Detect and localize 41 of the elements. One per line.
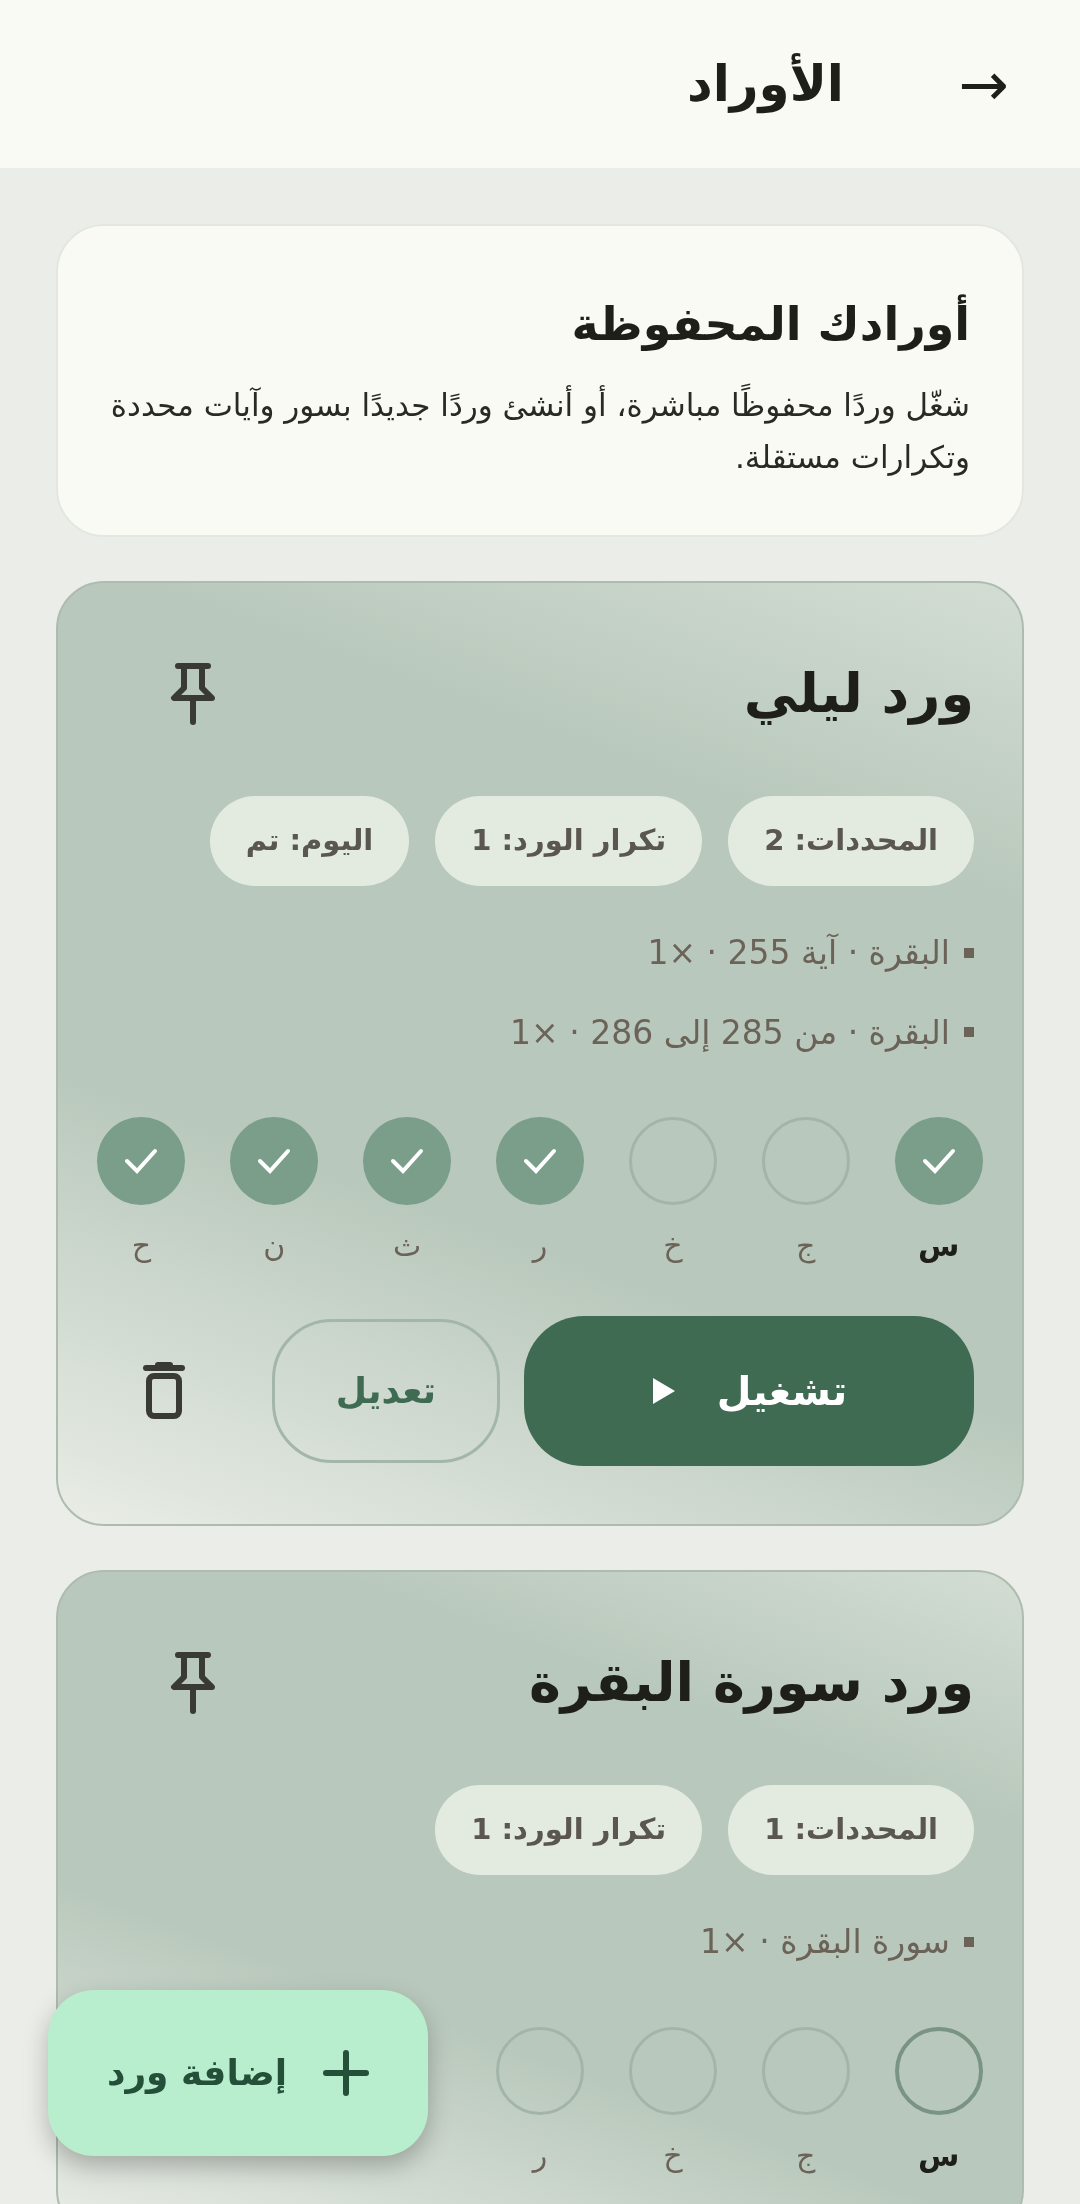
check-icon — [257, 1148, 292, 1174]
play-button[interactable]: تشغيل — [524, 1316, 974, 1466]
check-icon — [390, 1148, 425, 1174]
info-chip: المحددات: 1 — [728, 1785, 974, 1875]
day-label: س — [917, 1227, 960, 1265]
add-wird-button[interactable]: إضافة ورد — [48, 1990, 428, 2156]
trash-icon — [142, 1362, 186, 1420]
wird-title: ورد ليلي — [743, 661, 974, 727]
day-label: ن — [263, 1227, 286, 1265]
info-chip: المحددات: 2 — [728, 796, 974, 886]
intro-text: شغّل وردًا محفوظًا مباشرة، أو أنشئ وردًا جديدًا بسور وآيات محددة وتكرارات مستقلة. — [110, 379, 970, 483]
check-icon — [523, 1148, 557, 1174]
plus-icon — [323, 2050, 370, 2096]
day-label: ث — [393, 1227, 422, 1265]
check-icon — [921, 1148, 956, 1174]
pin-icon[interactable] — [170, 1650, 216, 1715]
pin-icon[interactable] — [170, 661, 216, 726]
intro-title: أورادك المحفوظة — [110, 290, 970, 359]
day-label: ر — [532, 1227, 548, 1265]
day-label: خ — [663, 1227, 683, 1265]
day-label: ح — [131, 1227, 152, 1265]
day-label: ج — [796, 2136, 816, 2176]
page-title: الأوراد — [686, 52, 844, 116]
segment-text: سورة البقرة · ×1 — [700, 1921, 950, 1963]
play-icon — [650, 1376, 677, 1406]
info-chip: تكرار الورد: 1 — [435, 1785, 703, 1875]
bullet-icon — [964, 1936, 974, 1947]
bullet-icon — [964, 947, 974, 958]
wird-title: ورد سورة البقرة — [528, 1650, 974, 1716]
segment-text: البقرة · من 285 إلى 286 · ×1 — [510, 1011, 950, 1054]
edit-button[interactable]: تعديل — [272, 1319, 500, 1463]
bullet-icon — [964, 1027, 974, 1038]
day-label: خ — [663, 2136, 683, 2175]
back-button[interactable]: → — [944, 44, 1024, 124]
info-chip: تكرار الورد: 1 — [435, 796, 703, 886]
segment-text: البقرة · آية 255 · ×1 — [647, 932, 950, 974]
day-label: ر — [532, 2136, 548, 2175]
check-icon — [124, 1148, 159, 1174]
day-label: س — [917, 2136, 960, 2175]
info-chip: اليوم: تم — [209, 796, 410, 886]
day-label: ج — [796, 1227, 816, 1266]
